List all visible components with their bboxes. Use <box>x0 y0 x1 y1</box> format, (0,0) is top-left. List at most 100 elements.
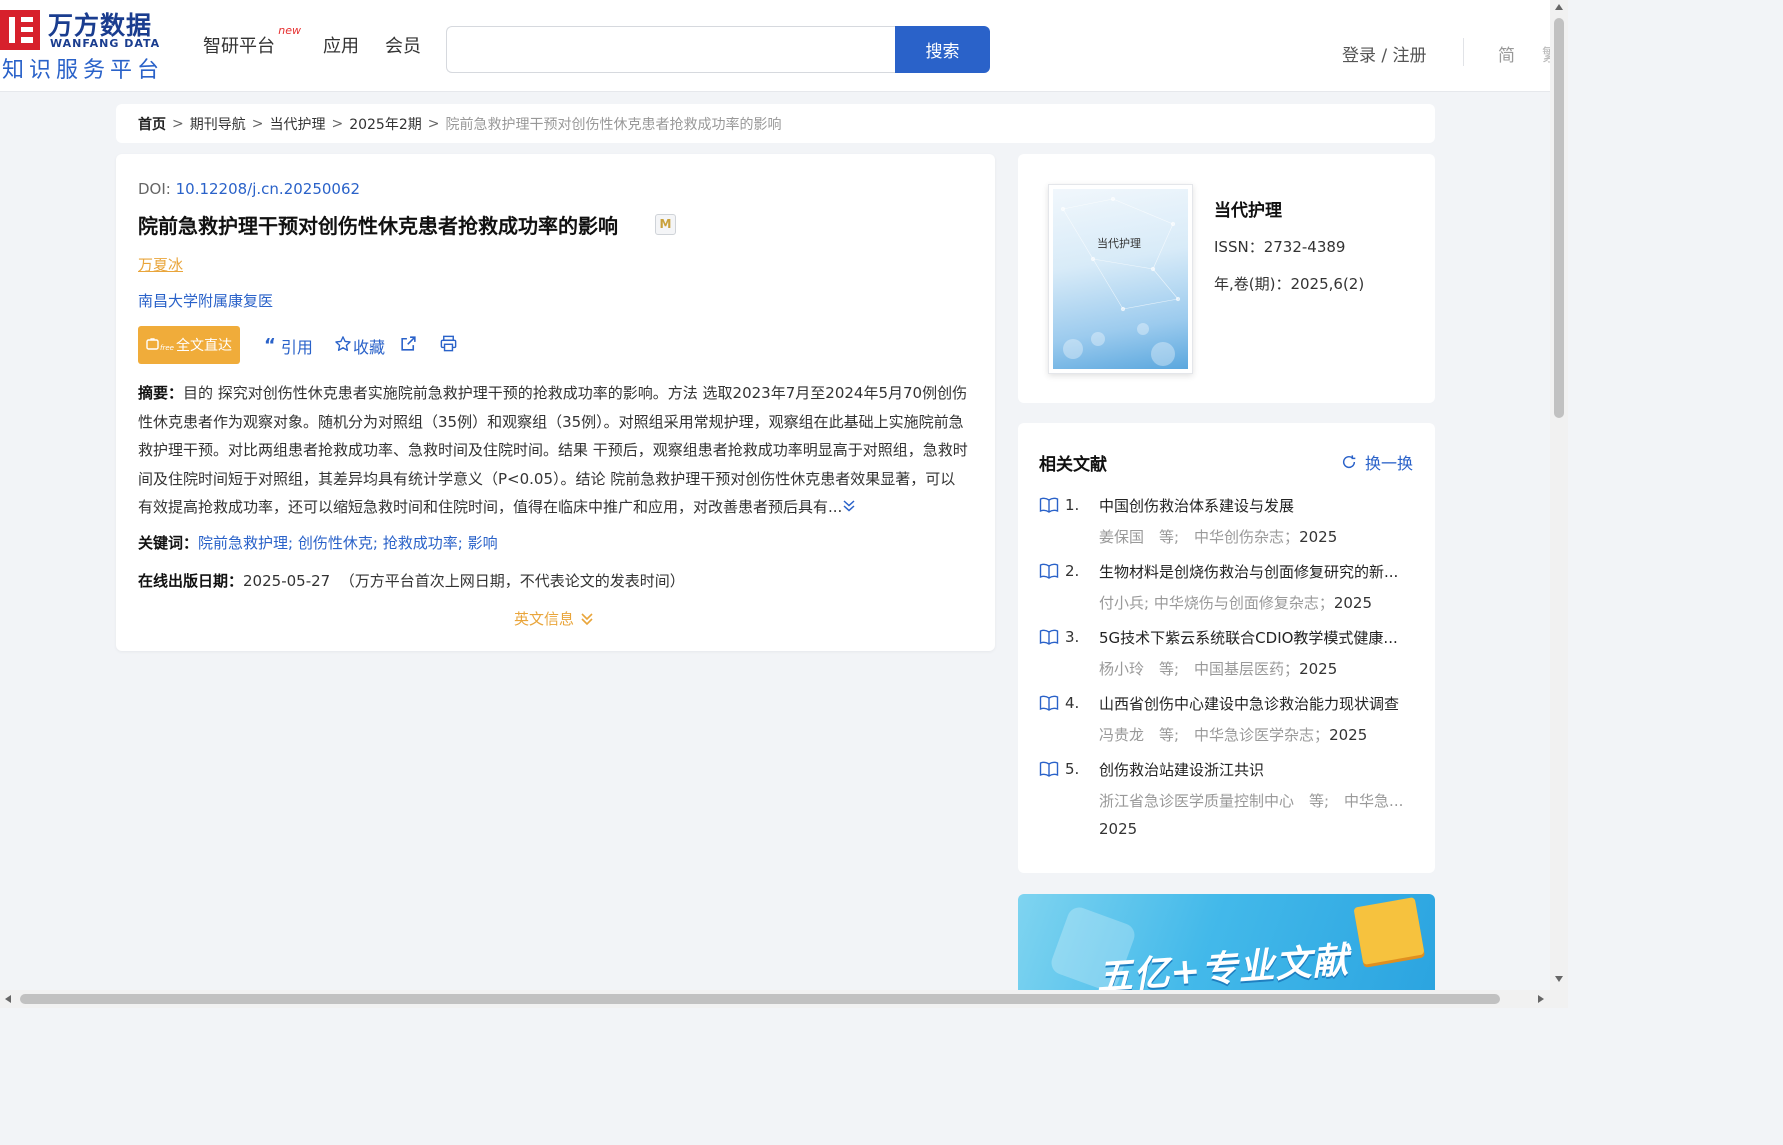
related-item-number: 4. <box>1065 694 1080 712</box>
book-icon <box>1039 497 1059 513</box>
quote-icon: “ <box>264 335 276 356</box>
keyword-link[interactable]: 创伤性休克 <box>298 534 373 552</box>
wanfang-logo-mark <box>0 10 40 50</box>
breadcrumb-issue[interactable]: 2025年2期 <box>349 114 422 134</box>
breadcrumb-sep: > <box>251 115 264 132</box>
author-link[interactable]: 万夏冰 <box>138 254 183 275</box>
related-item-year: 2025 <box>1333 594 1373 612</box>
refresh-button[interactable]: 换一换 <box>1341 450 1413 474</box>
breadcrumb-journal-nav[interactable]: 期刊导航 <box>190 114 246 134</box>
vertical-scroll-thumb[interactable] <box>1554 18 1564 418</box>
breadcrumb: 首页 > 期刊导航 > 当代护理 > 2025年2期 > 院前急救护理干预对创伤… <box>116 104 1435 143</box>
breadcrumb-home[interactable]: 首页 <box>138 114 166 134</box>
book-icon <box>1039 563 1059 579</box>
related-item-title[interactable]: 中国创伤救治体系建设与发展 <box>1099 495 1409 516</box>
breadcrumb-current: 院前急救护理干预对创伤性休克患者抢救成功率的影响 <box>445 116 782 133</box>
top-header: 万方数据 WANFANG DATA 知识服务平台 智研平台 new 应用 会员 … <box>0 0 1550 92</box>
wanfang-logo[interactable]: 万方数据 WANFANG DATA 知识服务平台 <box>0 6 170 84</box>
book-icon <box>1039 695 1059 711</box>
login-register-link[interactable]: 登录 / 注册 <box>1342 41 1427 66</box>
journal-volume: 年,卷(期)：2025,6(2) <box>1214 275 1365 293</box>
journal-cover-image: 当代护理 <box>1053 189 1188 369</box>
vertical-scrollbar[interactable] <box>1550 0 1568 1008</box>
related-item-meta: 杨小玲 等; 中国基层医药； <box>1099 660 1300 678</box>
double-chevron-down-icon <box>580 612 594 626</box>
keywords: 关键词：院前急救护理; 创伤性休克; 抢救成功率; 影响 <box>138 534 498 552</box>
search-button[interactable]: 搜索 <box>895 26 990 73</box>
expand-abstract-icon[interactable] <box>842 498 856 516</box>
cite-button[interactable]: “ 引用 <box>264 334 313 358</box>
scroll-right-arrow-icon[interactable] <box>1538 995 1544 1003</box>
related-item-title[interactable]: 山西省创伤中心建设中急诊救治能力现状调查 <box>1099 693 1409 714</box>
related-item-year: 2025 <box>1099 820 1138 838</box>
related-item: 2. 生物材料是创烧伤救治与创面修复研究的新... 付小兵; 中华烧伤与创面修复… <box>1039 559 1419 613</box>
english-info-toggle[interactable]: 英文信息 <box>514 608 594 629</box>
share-icon <box>399 334 418 357</box>
logo-text-en: WANFANG DATA <box>50 37 161 50</box>
related-item-number: 2. <box>1065 562 1080 580</box>
related-item-title[interactable]: 生物材料是创烧伤救治与创面修复研究的新... <box>1099 561 1409 582</box>
keyword-link[interactable]: 院前急救护理 <box>198 534 288 552</box>
fulltext-label: 全文直达 <box>175 338 232 354</box>
doi-label: DOI: <box>138 180 176 198</box>
doi-line: DOI: 10.12208/j.cn.20250062 <box>138 180 360 198</box>
fulltext-button[interactable]: free 全文直达 <box>138 326 240 364</box>
related-item: 1. 中国创伤救治体系建设与发展 姜保国 等; 中华创伤杂志；2025 <box>1039 493 1419 547</box>
scroll-left-arrow-icon[interactable] <box>5 995 11 1003</box>
scroll-up-arrow-icon[interactable] <box>1555 4 1563 10</box>
related-item-meta: 浙江省急诊医学质量控制中心 等; 中华急... <box>1099 792 1404 810</box>
horizontal-scroll-thumb[interactable] <box>20 994 1500 1004</box>
related-articles-card: 相关文献 换一换 1. 中国创伤救治体系建设与发展 姜保国 等; 中华创伤杂志；… <box>1018 423 1435 873</box>
lang-traditional[interactable]: 繁 <box>1542 41 1550 66</box>
nav-item-zhiyan[interactable]: 智研平台 new <box>203 24 301 58</box>
pubdate-note: （万方平台首次上网日期，不代表论文的发表时间） <box>339 572 685 590</box>
favorite-button[interactable]: 收藏 <box>334 334 385 358</box>
nav-item-membership[interactable]: 会员 <box>385 32 421 58</box>
related-item-meta: 姜保国 等; 中华创伤杂志； <box>1099 528 1300 546</box>
related-title: 相关文献 <box>1039 455 1107 475</box>
print-button[interactable] <box>439 334 458 357</box>
related-item-title[interactable]: 创伤救治站建设浙江共识 <box>1099 759 1409 780</box>
pubdate-value: 2025-05-27 <box>243 572 331 590</box>
share-button[interactable] <box>399 334 418 357</box>
nav-item-apps[interactable]: 应用 <box>323 32 359 58</box>
breadcrumb-sep: > <box>331 115 344 132</box>
breadcrumb-journal[interactable]: 当代护理 <box>269 114 325 134</box>
related-item-number: 1. <box>1065 496 1080 514</box>
organization-link[interactable]: 南昌大学附属康复医 <box>138 290 273 311</box>
journal-name-link[interactable]: 当代护理 <box>1214 196 1282 221</box>
abstract-text: 目的 探究对创伤性休克患者实施院前急救护理干预的抢救成功率的影响。方法 选取20… <box>138 384 968 516</box>
refresh-label: 换一换 <box>1365 454 1414 473</box>
free-fulltext-icon: free <box>146 338 174 352</box>
related-item-title[interactable]: 5G技术下紫云系统联合CDIO教学模式健康... <box>1099 627 1409 648</box>
lang-simplified[interactable]: 简 <box>1498 41 1515 66</box>
publish-date: 在线出版日期：2025-05-27 （万方平台首次上网日期，不代表论文的发表时间… <box>138 570 685 591</box>
related-item: 4. 山西省创伤中心建设中急诊救治能力现状调查 冯贵龙 等; 中华急诊医学杂志；… <box>1039 691 1419 745</box>
favorite-label: 收藏 <box>353 338 386 357</box>
logo-subtitle: 知识服务平台 <box>2 58 165 83</box>
breadcrumb-sep: > <box>172 115 184 132</box>
cover-title: 当代护理 <box>1097 237 1141 250</box>
related-item-meta: 冯贵龙 等; 中华急诊医学杂志； <box>1099 726 1330 744</box>
keyword-link[interactable]: 抢救成功率 <box>383 534 458 552</box>
book-icon <box>1039 761 1059 777</box>
doi-link[interactable]: 10.12208/j.cn.20250062 <box>176 180 360 198</box>
keyword-link[interactable]: 影响 <box>468 534 498 552</box>
related-item-number: 5. <box>1065 760 1080 778</box>
pubdate-label: 在线出版日期： <box>138 572 244 590</box>
horizontal-scrollbar[interactable] <box>0 990 1550 1008</box>
english-info-label: 英文信息 <box>514 610 575 628</box>
promo-banner[interactable]: 五亿+专业文献 <box>1018 894 1435 994</box>
breadcrumb-sep: > <box>427 115 440 132</box>
related-item: 5. 创伤救治站建设浙江共识 浙江省急诊医学质量控制中心 等; 中华急... 2… <box>1039 757 1419 838</box>
scroll-down-arrow-icon[interactable] <box>1555 976 1563 982</box>
keywords-label: 关键词： <box>138 534 199 552</box>
related-item-year: 2025 <box>1299 528 1338 546</box>
star-icon <box>334 335 352 357</box>
mendeley-icon[interactable]: M <box>655 214 676 235</box>
book-icon <box>1039 629 1059 645</box>
related-item-meta: 付小兵; 中华烧伤与创面修复杂志； <box>1099 594 1334 612</box>
related-item: 3. 5G技术下紫云系统联合CDIO教学模式健康... 杨小玲 等; 中国基层医… <box>1039 625 1419 679</box>
journal-cover[interactable]: 当代护理 <box>1048 184 1193 374</box>
search-input[interactable] <box>446 26 898 73</box>
